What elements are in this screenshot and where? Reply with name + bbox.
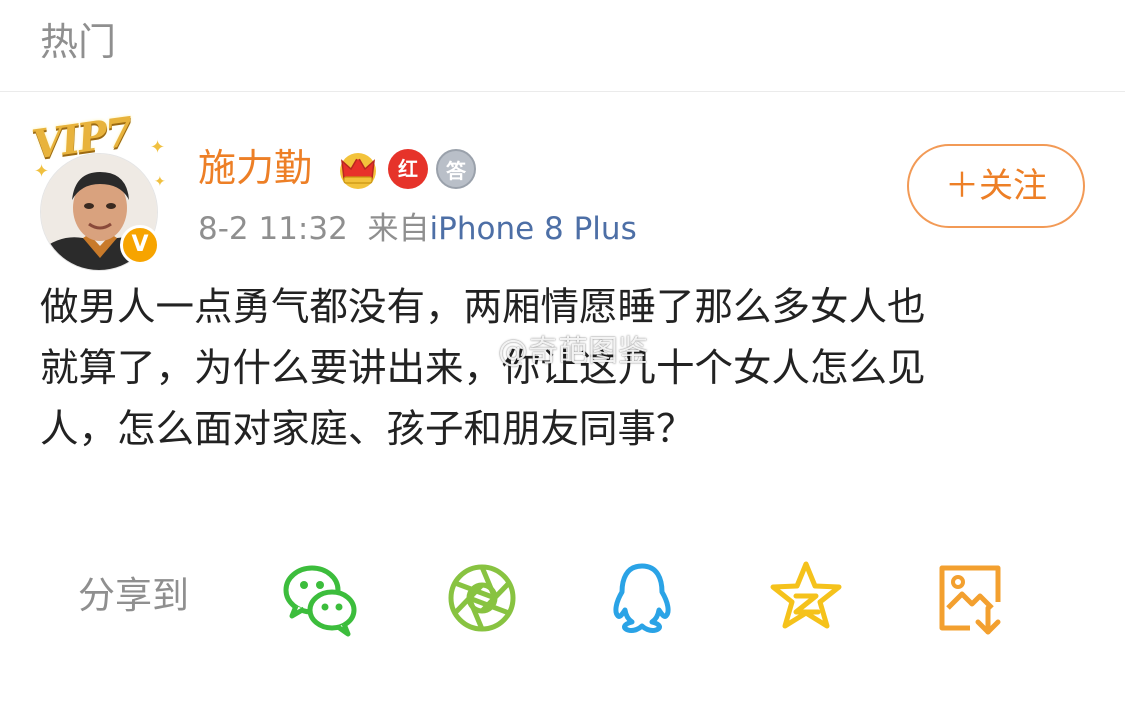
- post-source-prefix: 来自: [367, 211, 430, 247]
- page-header: 热门: [0, 0, 1125, 92]
- watermark: @奇葩图鉴: [498, 334, 648, 369]
- sparkle-icon: ✦: [34, 161, 50, 182]
- content-line: 做男人一点勇气都没有，两厢情愿睡了那么多女人也: [40, 285, 926, 330]
- author-name[interactable]: 施力勤: [198, 143, 312, 193]
- sparkle-icon: ✦: [150, 137, 166, 158]
- qq-icon[interactable]: [602, 558, 682, 638]
- wechat-icon[interactable]: [280, 558, 360, 638]
- post-source-link[interactable]: iPhone 8 Plus: [430, 211, 637, 247]
- hong-badge: 红: [388, 149, 428, 189]
- qzone-icon[interactable]: [766, 558, 846, 638]
- share-label: 分享到: [78, 574, 189, 617]
- verified-badge: V: [120, 225, 160, 265]
- weibo-post-card: VIP7 ✦ ✦ ✦ V 施力勤 红 答 8-2 11:32 来自iPhone …: [0, 93, 1125, 717]
- post-time: 8-2 11:32: [198, 211, 348, 247]
- follow-button[interactable]: ＋关注: [907, 144, 1085, 228]
- moments-icon[interactable]: [442, 558, 522, 638]
- da-badge: 答: [436, 149, 476, 189]
- save-image-icon[interactable]: [930, 558, 1010, 638]
- crown-icon: [340, 153, 376, 189]
- post-meta: 8-2 11:32 来自iPhone 8 Plus: [198, 207, 637, 251]
- content-line: 人，怎么面对家庭、孩子和朋友同事？: [40, 407, 695, 452]
- header-title: 热门: [40, 20, 117, 64]
- author-badges: 红 答: [336, 147, 476, 191]
- sparkle-icon: ✦: [154, 174, 166, 190]
- author-avatar-block[interactable]: VIP7 ✦ ✦ ✦ V: [29, 108, 172, 271]
